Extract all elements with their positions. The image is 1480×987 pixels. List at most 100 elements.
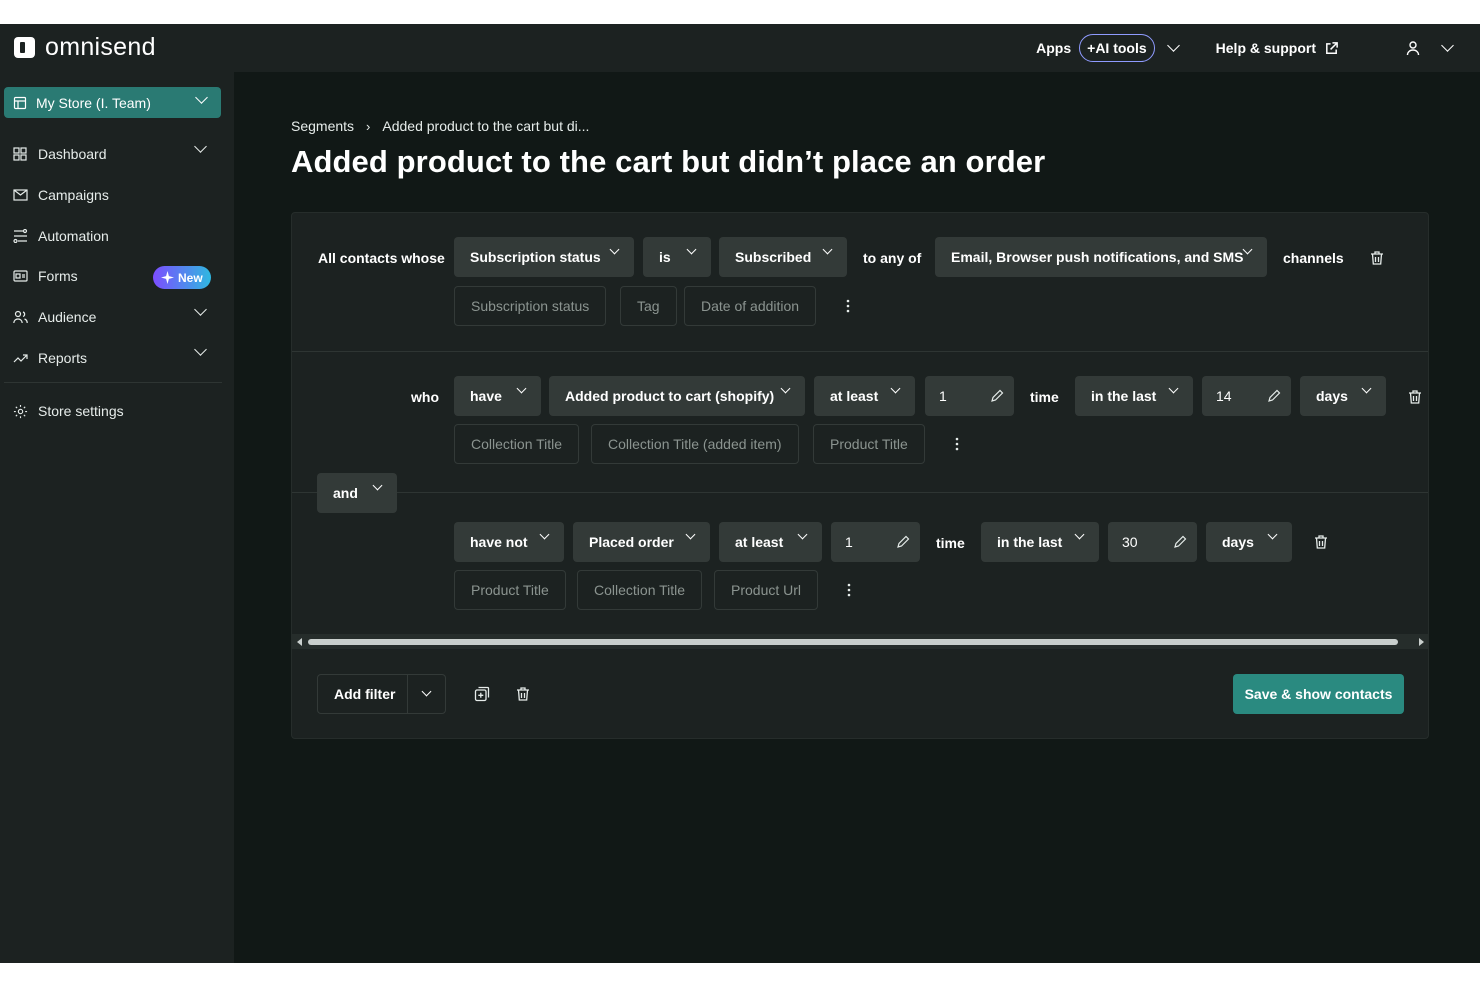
trash-icon[interactable] bbox=[1313, 534, 1329, 550]
and-joiner-dropdown[interactable]: and bbox=[317, 473, 397, 513]
logo[interactable]: omnisend bbox=[14, 34, 156, 60]
filter2-period-value-input[interactable]: 14 bbox=[1202, 376, 1291, 416]
duplicate-icon[interactable] bbox=[474, 686, 490, 702]
segment-builder-card: All contacts whose Subscription status i… bbox=[291, 212, 1429, 739]
scrollbar-thumb[interactable] bbox=[308, 639, 1398, 645]
audience-icon bbox=[12, 310, 28, 324]
filter1-channels-dropdown[interactable]: Email, Browser push notifications, and S… bbox=[935, 237, 1267, 277]
sidebar-item-automation[interactable]: Automation bbox=[0, 215, 234, 256]
more-vertical-icon[interactable] bbox=[840, 581, 858, 599]
gear-icon bbox=[13, 404, 27, 419]
more-vertical-icon[interactable] bbox=[839, 297, 857, 315]
top-bar: omnisend Apps +AI tools Help & support bbox=[0, 24, 1480, 72]
dropdown-value: and bbox=[333, 485, 358, 501]
filter1-chip[interactable]: Subscription status bbox=[454, 286, 607, 326]
filter2-count-input[interactable]: 1 bbox=[925, 376, 1014, 416]
filter1-connector: to any of bbox=[863, 250, 922, 266]
dropdown-value: have not bbox=[470, 534, 528, 550]
input-value: 14 bbox=[1216, 388, 1232, 404]
filter2-prefix: who bbox=[411, 389, 439, 405]
filter2-period-unit-dropdown[interactable]: days bbox=[1300, 376, 1386, 416]
scroll-right-arrow-icon[interactable] bbox=[1419, 638, 1424, 646]
pencil-icon bbox=[897, 535, 910, 548]
chevron-down-icon bbox=[516, 383, 527, 394]
store-switcher[interactable]: My Store (I. Team) bbox=[4, 87, 221, 118]
dropdown-value: days bbox=[1222, 534, 1254, 550]
scroll-left-arrow-icon[interactable] bbox=[297, 638, 302, 646]
row-divider bbox=[292, 351, 1428, 352]
trash-icon[interactable] bbox=[515, 686, 531, 702]
apps-chevron-down-icon[interactable] bbox=[1166, 39, 1180, 52]
chevron-down-icon bbox=[797, 529, 808, 540]
chevron-down-icon bbox=[609, 244, 620, 255]
chevron-down-icon bbox=[780, 383, 791, 394]
breadcrumb-segments-link[interactable]: Segments bbox=[291, 118, 354, 134]
filter1-operator-dropdown[interactable]: is bbox=[643, 237, 711, 277]
sidebar-item-audience[interactable]: Audience bbox=[0, 297, 234, 338]
external-link-icon bbox=[1326, 41, 1338, 54]
trend-icon bbox=[13, 354, 28, 363]
store-label: My Store (I. Team) bbox=[36, 94, 151, 111]
sidebar-item-label: Campaigns bbox=[38, 187, 109, 204]
sidebar-item-forms[interactable]: Forms New bbox=[0, 256, 234, 297]
dropdown-value: Placed order bbox=[589, 534, 674, 550]
filter2-event-dropdown[interactable]: Added product to cart (shopify) bbox=[549, 376, 805, 416]
sidebar-nav: Dashboard Campaigns Automation Forms New bbox=[0, 134, 234, 432]
dropdown-value: Added product to cart (shopify) bbox=[565, 388, 775, 404]
trash-icon[interactable] bbox=[1369, 250, 1385, 266]
account-chevron-down-icon[interactable] bbox=[1441, 39, 1454, 52]
filter2-chip[interactable]: Product Title bbox=[813, 424, 925, 464]
filter3-period-dropdown[interactable]: in the last bbox=[981, 522, 1099, 562]
chevron-down-icon bbox=[1074, 529, 1085, 540]
dropdown-value: in the last bbox=[1091, 388, 1157, 404]
store-icon bbox=[13, 96, 27, 109]
filter2-quantifier-dropdown[interactable]: at least bbox=[814, 376, 915, 416]
sidebar-item-reports[interactable]: Reports bbox=[0, 337, 234, 378]
mail-icon bbox=[12, 189, 28, 201]
filter2-verb-dropdown[interactable]: have bbox=[454, 376, 541, 416]
chevron-down-icon bbox=[685, 529, 696, 540]
filter1-field-dropdown[interactable]: Subscription status bbox=[454, 237, 634, 277]
sidebar-item-store-settings[interactable]: Store settings bbox=[0, 391, 234, 432]
chevron-down-icon bbox=[194, 302, 207, 316]
filter3-count-unit: time bbox=[936, 535, 965, 551]
filter3-chip[interactable]: Product Url bbox=[714, 570, 819, 610]
filter2-chip[interactable]: Collection Title bbox=[454, 424, 580, 464]
help-support-link[interactable]: Help & support bbox=[1216, 40, 1339, 56]
horizontal-scrollbar[interactable] bbox=[292, 634, 1428, 649]
chevron-down-icon bbox=[686, 244, 697, 255]
breadcrumb: Segments › Added product to the cart but… bbox=[291, 118, 589, 134]
filter1-value-dropdown[interactable]: Subscribed bbox=[719, 237, 847, 277]
save-show-contacts-button[interactable]: Save & show contacts bbox=[1233, 674, 1404, 714]
user-icon[interactable] bbox=[1405, 40, 1421, 56]
filter1-chip[interactable]: Date of addition bbox=[684, 286, 817, 326]
sidebar-item-campaigns[interactable]: Campaigns bbox=[0, 175, 234, 216]
more-vertical-icon[interactable] bbox=[948, 435, 966, 453]
ai-tools-button[interactable]: +AI tools bbox=[1079, 34, 1155, 62]
filter3-verb-dropdown[interactable]: have not bbox=[454, 522, 564, 562]
chevron-down-icon bbox=[372, 480, 383, 491]
trash-icon[interactable] bbox=[1407, 389, 1423, 405]
filter3-count-input[interactable]: 1 bbox=[831, 522, 920, 562]
dropdown-value: is bbox=[659, 249, 671, 265]
filter3-period-unit-dropdown[interactable]: days bbox=[1206, 522, 1292, 562]
filter3-chip[interactable]: Collection Title bbox=[577, 570, 703, 610]
filter1-chip[interactable]: Tag bbox=[620, 286, 677, 326]
filter2-period-dropdown[interactable]: in the last bbox=[1075, 376, 1193, 416]
main-content: Segments › Added product to the cart but… bbox=[234, 72, 1480, 963]
dropdown-value: at least bbox=[735, 534, 784, 550]
app-window: omnisend Apps +AI tools Help & support M… bbox=[0, 24, 1480, 963]
filter3-period-value-input[interactable]: 30 bbox=[1108, 522, 1197, 562]
filter2-chip[interactable]: Collection Title (added item) bbox=[591, 424, 799, 464]
row-divider bbox=[292, 492, 1428, 493]
sidebar-item-dashboard[interactable]: Dashboard bbox=[0, 134, 234, 175]
add-filter-button[interactable]: Add filter bbox=[317, 674, 446, 714]
filter3-quantifier-dropdown[interactable]: at least bbox=[719, 522, 822, 562]
filter3-chip[interactable]: Product Title bbox=[454, 570, 566, 610]
apps-link[interactable]: Apps bbox=[1036, 40, 1071, 56]
add-filter-chevron-down-icon[interactable] bbox=[421, 686, 432, 697]
input-value: 1 bbox=[939, 388, 947, 404]
help-support-label: Help & support bbox=[1215, 40, 1316, 56]
filter2-count-unit: time bbox=[1030, 389, 1059, 405]
filter3-event-dropdown[interactable]: Placed order bbox=[573, 522, 710, 562]
